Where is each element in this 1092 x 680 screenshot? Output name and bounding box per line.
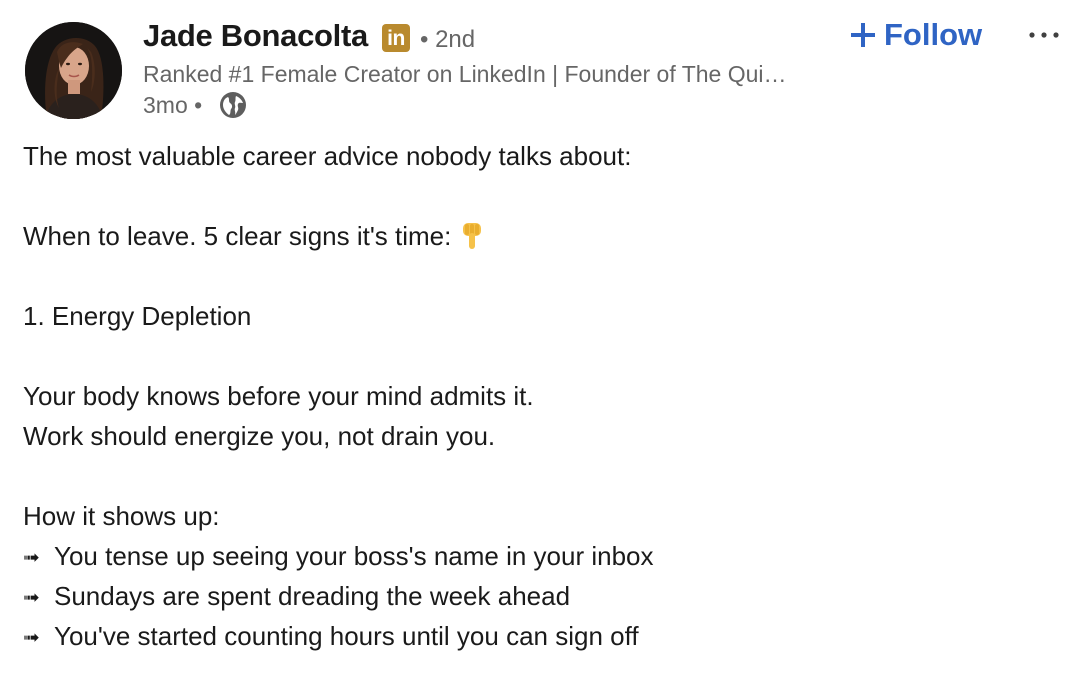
post-body: The most valuable career advice nobody t… (23, 136, 1063, 656)
post-line: 1. Energy Depletion (23, 301, 252, 331)
feed-post: Jade Bonacolta in • 2nd Ranked #1 Female… (0, 0, 1092, 680)
arrow-bullet-icon: ➟ (23, 627, 40, 649)
post-line: Your body knows before your mind admits … (23, 381, 534, 411)
ellipsis-icon[interactable] (1024, 20, 1064, 50)
bullet-item: ➟ You tense up seeing your boss's name in… (23, 536, 1063, 576)
author-name[interactable]: Jade Bonacolta (143, 18, 368, 54)
bullet-item: ➟ Sundays are spent dreading the week ahe… (23, 576, 1063, 616)
avatar-photo (25, 22, 122, 119)
backhand-index-pointing-down-icon (463, 223, 482, 249)
globe-icon (220, 92, 246, 118)
post-line: The most valuable career advice nobody t… (23, 141, 632, 171)
plus-icon (851, 23, 875, 47)
arrow-bullet-icon: ➟ (23, 587, 40, 609)
author-headline[interactable]: Ranked #1 Female Creator on LinkedIn | F… (143, 61, 833, 88)
arrow-bullet-icon: ➟ (23, 547, 40, 569)
bullet-text: You've started counting hours until you … (54, 621, 639, 651)
post-line-text: When to leave. 5 clear signs it's time: (23, 221, 452, 251)
connection-degree: • 2nd (420, 26, 476, 53)
bullet-item: ➟ You've started counting hours until you… (23, 616, 1063, 656)
follow-label: Follow (884, 17, 983, 52)
post-line: How it shows up: (23, 501, 220, 531)
bullet-text: Sundays are spent dreading the week ahea… (54, 581, 571, 611)
bullet-text: You tense up seeing your boss's name in … (54, 541, 654, 571)
post-timestamp: 3mo • (143, 92, 203, 118)
post-line: When to leave. 5 clear signs it's time: (23, 216, 1063, 256)
follow-button[interactable]: Follow (850, 14, 982, 56)
avatar[interactable] (25, 22, 122, 119)
linkedin-premium-badge-icon: in (382, 24, 410, 52)
post-line: Work should energize you, not drain you. (23, 421, 496, 451)
